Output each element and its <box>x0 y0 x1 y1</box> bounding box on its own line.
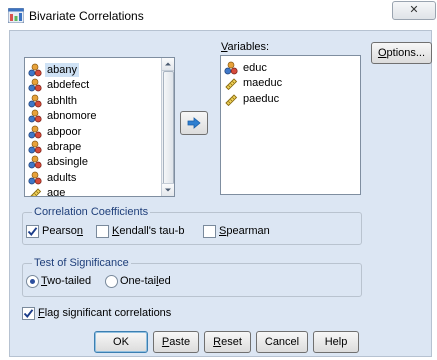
list-item-label: age <box>47 187 66 197</box>
source-variable-item[interactable]: abrape <box>25 140 174 154</box>
source-variable-item[interactable]: abdefect <box>25 78 174 92</box>
source-variable-item[interactable]: abnomore <box>25 109 174 123</box>
source-variable-item[interactable]: absingle <box>25 155 174 169</box>
source-variable-item[interactable]: abany <box>25 63 174 77</box>
ok-button[interactable]: OK <box>94 331 148 353</box>
move-right-arrow-icon <box>187 117 201 129</box>
list-item-label: absingle <box>47 156 88 169</box>
scroll-down-arrow-icon <box>165 188 171 192</box>
nominal-variable-icon <box>224 61 238 75</box>
spss-app-icon <box>8 8 24 23</box>
test-of-significance-title: Test of Significance <box>32 257 131 269</box>
scale-variable-icon <box>225 94 238 106</box>
source-list-scrollbar[interactable] <box>161 58 174 196</box>
two-tailed-radio[interactable] <box>26 275 39 288</box>
kendall-checkbox[interactable] <box>96 225 109 238</box>
options-button[interactable]: Options... <box>371 42 432 64</box>
two-tailed-label[interactable]: Two-tailed <box>41 275 91 287</box>
paste-button[interactable]: Paste <box>153 331 199 353</box>
move-to-variables-button[interactable] <box>180 111 208 135</box>
list-item-label: paeduc <box>243 92 280 105</box>
bivariate-correlations-dialog: Bivariate Correlations ✕ abany abdefect ab… <box>0 0 437 360</box>
help-button[interactable]: Help <box>313 331 359 353</box>
list-item-label: maeduc <box>243 77 283 90</box>
list-item-label: abrape <box>47 141 82 153</box>
scroll-up-button[interactable] <box>162 58 174 71</box>
nominal-variable-icon <box>28 171 42 185</box>
list-item-label: adults <box>47 171 77 184</box>
scale-variable-icon <box>30 188 42 196</box>
pearson-checkbox[interactable] <box>26 225 39 238</box>
flag-significant-label[interactable]: Flag significant correlations <box>38 307 171 319</box>
nominal-variable-icon <box>28 94 42 108</box>
window-title: Bivariate Correlations <box>29 9 144 23</box>
one-tailed-radio[interactable] <box>105 275 118 288</box>
correlation-coefficients-title: Correlation Coefficients <box>32 206 151 218</box>
list-item-label: abdefect <box>47 79 90 92</box>
source-variable-list[interactable]: abany abdefect abhlth abnomore abpoor abrape a… <box>24 57 175 197</box>
nominal-variable-icon <box>28 109 42 123</box>
close-icon: ✕ <box>409 4 419 16</box>
scroll-thumb[interactable] <box>163 71 174 190</box>
flag-significant-checkbox[interactable] <box>22 307 35 320</box>
title-bar[interactable]: Bivariate Correlations ✕ <box>0 0 437 30</box>
list-item-label: abany <box>45 63 79 77</box>
nominal-variable-icon <box>28 125 42 138</box>
source-variable-item[interactable]: abpoor <box>25 125 174 139</box>
list-item-label: abnomore <box>47 110 97 123</box>
pearson-label[interactable]: Pearson <box>42 225 83 237</box>
checkmark-icon <box>23 309 34 318</box>
dialog-body: abany abdefect abhlth abnomore abpoor abrape a… <box>9 30 432 357</box>
reset-button[interactable]: Reset <box>204 331 251 353</box>
list-item-label: abhlth <box>47 94 77 107</box>
spearman-label[interactable]: Spearman <box>219 225 270 237</box>
kendall-label[interactable]: Kendall's tau-b <box>112 225 184 237</box>
list-item-label: abpoor <box>47 125 82 138</box>
selected-variable-item[interactable]: paeduc <box>221 92 360 106</box>
cancel-button[interactable]: Cancel <box>256 331 308 353</box>
nominal-variable-icon <box>28 140 42 154</box>
nominal-variable-icon <box>28 79 42 92</box>
selected-variable-item[interactable]: educ <box>221 61 360 75</box>
one-tailed-label[interactable]: One-tailed <box>120 275 171 287</box>
scroll-up-arrow-icon <box>165 62 171 66</box>
target-variable-list[interactable]: educ maeduc paeduc <box>220 55 361 195</box>
radio-selected-dot <box>30 279 35 284</box>
list-item-label: educ <box>243 62 267 74</box>
variables-label: Variables: <box>221 41 270 53</box>
nominal-variable-icon <box>28 63 42 77</box>
source-variable-item[interactable]: age <box>25 186 174 197</box>
scale-variable-icon <box>225 78 238 91</box>
spearman-checkbox[interactable] <box>203 225 216 238</box>
source-variable-item[interactable]: abhlth <box>25 94 174 108</box>
selected-variable-item[interactable]: maeduc <box>221 76 360 91</box>
nominal-variable-icon <box>28 156 42 169</box>
scroll-down-button[interactable] <box>162 183 174 196</box>
checkmark-icon <box>27 227 38 236</box>
source-variable-item[interactable]: adults <box>25 171 174 185</box>
close-button[interactable]: ✕ <box>392 1 436 20</box>
